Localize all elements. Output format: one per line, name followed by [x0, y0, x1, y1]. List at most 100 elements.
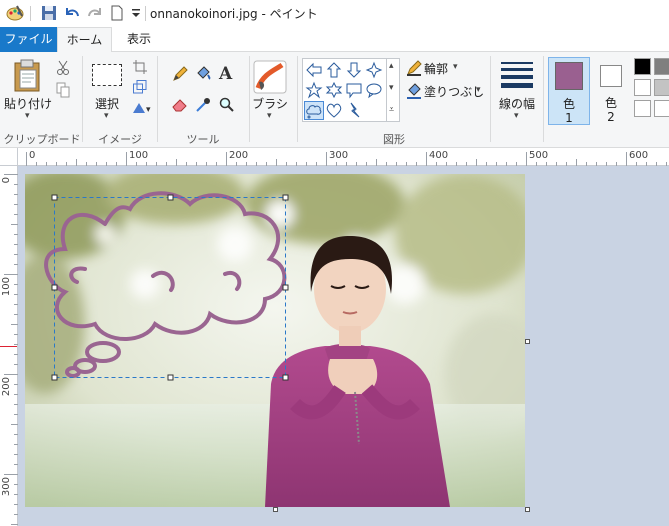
tab-file[interactable]: ファイル: [0, 27, 57, 52]
ruler-label: 0: [1, 177, 12, 184]
canvas-resize-handle-corner[interactable]: [525, 507, 530, 512]
shapes-group-label: 図形: [383, 133, 405, 146]
divider: [490, 56, 491, 142]
color1-label: 色: [562, 97, 575, 111]
scroll-up-icon[interactable]: ▴: [389, 61, 394, 71]
color2-label: 色: [604, 96, 617, 110]
ruler-tick: [476, 159, 477, 166]
ruler-label: 600: [629, 150, 649, 161]
new-file-icon[interactable]: [108, 4, 126, 22]
redo-icon[interactable]: [86, 4, 104, 22]
palette-swatch[interactable]: [654, 79, 669, 96]
ruler-label: 300: [1, 477, 12, 497]
brushes-label[interactable]: ブラシ: [252, 95, 288, 112]
canvas-resize-handle-right[interactable]: [525, 339, 530, 344]
down-arrow-shape-icon[interactable]: [345, 61, 363, 79]
customize-qat-chevron-icon[interactable]: [127, 4, 145, 22]
ribbon-tab-bar: ファイル ホーム 表示: [0, 27, 669, 53]
brushes-icon[interactable]: [253, 60, 287, 97]
ruler-tick: [326, 152, 327, 166]
ruler-tick: [4, 474, 18, 475]
canvas-resize-handle-bottom[interactable]: [273, 507, 278, 512]
ruler-tick: [526, 152, 527, 166]
paste-dropdown-icon[interactable]: ▾: [25, 111, 30, 121]
left-arrow-shape-icon[interactable]: [305, 61, 323, 79]
outline-label[interactable]: 輪郭: [424, 60, 448, 77]
outline-icon[interactable]: [406, 60, 422, 79]
lightning-shape-icon[interactable]: [345, 101, 363, 119]
divider: [145, 6, 146, 21]
ruler-tick: [276, 159, 277, 166]
outline-dropdown-icon[interactable]: ▾: [453, 62, 458, 72]
ruler-tick: [11, 324, 18, 325]
tools-group-label: ツール: [186, 133, 220, 146]
paste-label[interactable]: 貼り付け: [4, 95, 52, 112]
ruler-tick: [4, 274, 18, 275]
ruler-label: 100: [129, 150, 149, 161]
fill-icon[interactable]: [406, 83, 422, 102]
oval-callout-shape-icon[interactable]: [365, 81, 383, 99]
ruler-tick: [4, 374, 18, 375]
ruler-tick: [226, 152, 227, 166]
five-point-star-shape-icon[interactable]: [305, 81, 323, 99]
brushes-dropdown-icon[interactable]: ▾: [267, 111, 272, 121]
six-point-star-shape-icon[interactable]: [325, 81, 343, 99]
clipboard-group-label: クリップボード: [3, 133, 81, 146]
line-width-dropdown-icon[interactable]: ▾: [514, 111, 519, 121]
four-point-star-shape-icon[interactable]: [365, 61, 383, 79]
divider: [249, 56, 250, 142]
rotate-icon[interactable]: ▾: [131, 101, 153, 118]
heart-shape-icon[interactable]: [325, 101, 343, 119]
tab-home[interactable]: ホーム: [57, 27, 112, 53]
ribbon: 貼り付け ▾ クリップボード 選択 ▾ ▾ イメージ A ツール ブラシ ▾ ▴…: [0, 52, 669, 148]
up-arrow-shape-icon[interactable]: [325, 61, 343, 79]
color2-button[interactable]: 色 2: [594, 57, 630, 125]
select-dropdown-icon[interactable]: ▾: [104, 111, 109, 121]
ruler-label: 400: [429, 150, 449, 161]
magnifier-icon[interactable]: [219, 97, 235, 116]
expand-gallery-icon[interactable]: ⩡: [389, 105, 394, 115]
color1-button[interactable]: 色 1: [548, 57, 590, 125]
copy-icon[interactable]: [56, 82, 70, 101]
cut-icon[interactable]: [56, 60, 70, 79]
save-icon[interactable]: [40, 4, 58, 22]
ruler-tick: [126, 152, 127, 166]
photo-canvas[interactable]: [25, 174, 525, 507]
eraser-icon[interactable]: [172, 97, 188, 116]
undo-icon[interactable]: [63, 4, 81, 22]
resize-icon[interactable]: [133, 80, 147, 97]
paste-icon[interactable]: [12, 58, 46, 97]
fill-bucket-icon[interactable]: [195, 66, 211, 85]
divider: [30, 6, 31, 21]
palette-swatch[interactable]: [654, 100, 669, 117]
color-picker-icon[interactable]: [195, 97, 211, 116]
scroll-down-icon[interactable]: ▾: [389, 83, 394, 93]
palette-swatch[interactable]: [634, 79, 651, 96]
paint-app-icon: [6, 4, 24, 22]
palette-swatch[interactable]: [634, 58, 651, 75]
thought-bubble-shape[interactable]: [25, 174, 525, 507]
crop-icon[interactable]: [133, 60, 147, 77]
select-label[interactable]: 選択: [90, 95, 124, 112]
ruler-tick: [576, 159, 577, 166]
palette-swatch[interactable]: [634, 100, 651, 117]
rect-callout-shape-icon[interactable]: [345, 81, 363, 99]
tab-view[interactable]: 表示: [114, 27, 164, 52]
divider: [82, 56, 83, 142]
fill-dropdown-icon[interactable]: ▾: [476, 85, 481, 95]
window-title: onnanokoinori.jpg - ペイント: [150, 7, 318, 21]
pencil-icon[interactable]: [172, 66, 188, 85]
palette-swatch[interactable]: [654, 58, 669, 75]
ruler-label: 200: [1, 377, 12, 397]
ruler-label: 0: [29, 150, 36, 161]
line-width-icon[interactable]: [500, 61, 534, 92]
title-bar: onnanokoinori.jpg - ペイント: [0, 0, 669, 27]
color1-number: 1: [565, 111, 573, 125]
select-icon[interactable]: [92, 64, 122, 86]
horizontal-ruler: 0 100 200 300 400 500 600: [0, 148, 669, 166]
divider: [543, 56, 544, 142]
line-width-label[interactable]: 線の幅: [494, 95, 540, 112]
ruler-label: 300: [329, 150, 349, 161]
text-tool-icon[interactable]: A: [219, 64, 232, 84]
cloud-callout-shape-icon[interactable]: [304, 101, 324, 120]
